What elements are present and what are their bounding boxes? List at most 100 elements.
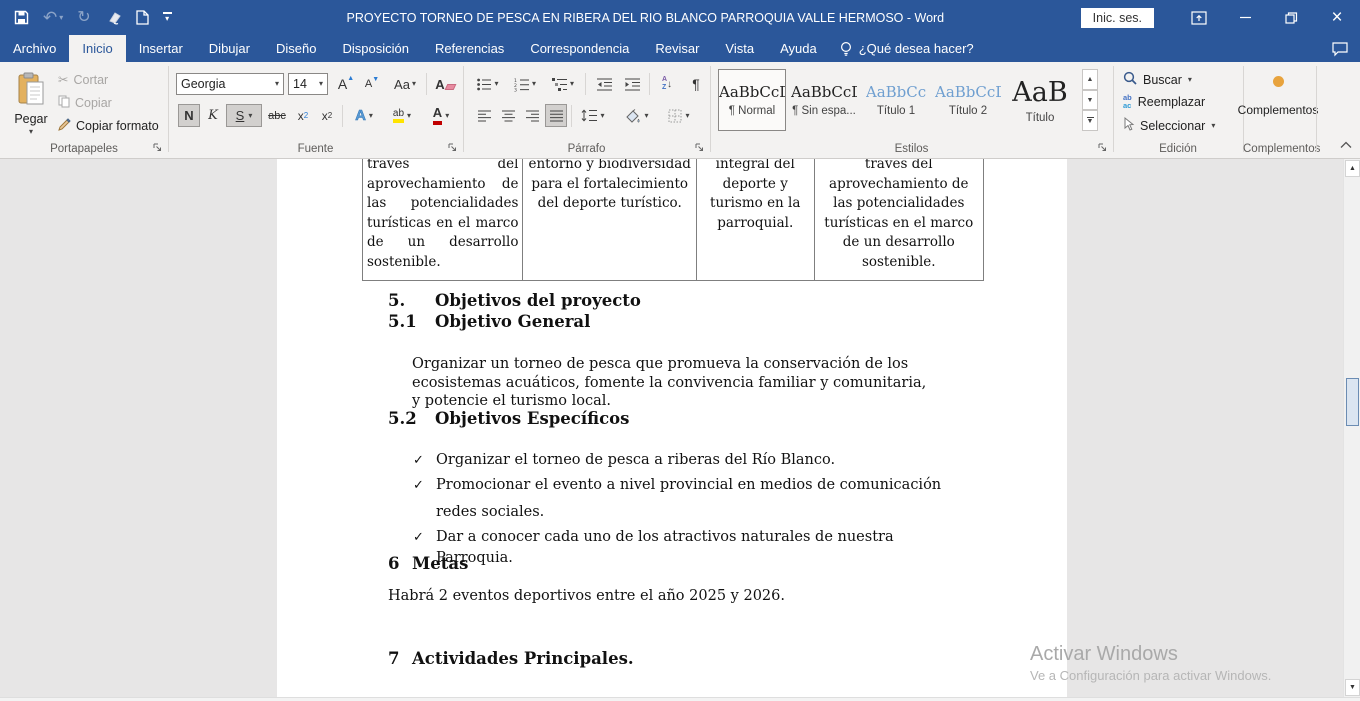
copy-icon [58,95,70,111]
styles-dialog-launcher-icon[interactable] [1096,141,1108,153]
show-marks-button[interactable]: ¶ [685,72,707,96]
highlight-color-button[interactable]: ab▾ [384,104,420,127]
vertical-scrollbar[interactable]: ▲ ▼ [1343,159,1360,697]
minimize-button[interactable] [1222,0,1268,35]
multilevel-list-button[interactable]: ▾ [547,72,579,96]
underline-button[interactable]: S▾ [226,104,262,127]
select-button[interactable]: Seleccionar▾ [1123,117,1215,134]
checklist-item[interactable]: ✓ Promocionar el evento a nivel provinci… [413,472,943,526]
scrollbar-thumb[interactable] [1346,378,1359,426]
font-family-combo[interactable]: Georgia▾ [176,73,284,95]
table-cell[interactable]: integral del deporte y turismo en la par… [697,159,815,280]
subscript-button[interactable]: x2 [292,104,314,127]
table-cell[interactable]: través del aprovechamiento de las potenc… [815,159,983,280]
heading7-text[interactable]: Actividades Principales. [412,649,634,668]
bullets-button[interactable]: ▾ [473,72,503,96]
format-painter-button[interactable]: Copiar formato [58,118,159,134]
italic-button[interactable]: K [202,104,224,127]
text-effects-button[interactable]: A▾ [348,104,380,127]
tab-diseno[interactable]: Diseño [263,35,329,62]
table-cell[interactable]: través del aprovechamiento de las potenc… [363,159,523,280]
ink-eraser-icon[interactable] [105,11,122,25]
document-page[interactable]: través del aprovechamiento de las potenc… [277,159,1067,697]
tab-ayuda[interactable]: Ayuda [767,35,830,62]
strikethrough-button[interactable]: abc [264,104,290,127]
clear-formatting-button[interactable]: A [432,72,458,96]
heading51-text[interactable]: Objetivo General [435,312,590,331]
align-right-button[interactable] [521,104,543,127]
tab-dibujar[interactable]: Dibujar [196,35,263,62]
tell-me-box[interactable]: ¿Qué desea hacer? [830,35,984,62]
tab-insertar[interactable]: Insertar [126,35,196,62]
tab-vista[interactable]: Vista [712,35,767,62]
increase-indent-button[interactable] [619,72,645,96]
sign-in-button[interactable]: Inic. ses. [1081,8,1154,28]
tab-archivo[interactable]: Archivo [0,35,69,62]
heading51-number[interactable]: 5.1 [388,312,417,331]
save-icon[interactable] [14,10,29,25]
tab-inicio[interactable]: Inicio [69,35,125,62]
table-cell[interactable]: entorno y biodiversidad para el fortalec… [523,159,696,280]
collapse-ribbon-icon[interactable] [1340,136,1352,154]
restore-button[interactable] [1268,0,1314,35]
styles-scroll-up-icon[interactable]: ▲ [1082,69,1098,90]
shrink-font-button[interactable]: A▼ [360,72,384,96]
find-button[interactable]: Buscar▾ [1123,71,1192,88]
heading6-number[interactable]: 6 [388,554,399,573]
activate-windows-watermark: Activar Windows [1030,643,1178,666]
font-color-button[interactable]: A▾ [424,104,458,127]
scroll-down-icon[interactable]: ▼ [1345,679,1360,696]
justify-button[interactable] [545,104,567,127]
heading52-text[interactable]: Objetivos Específicos [435,409,629,428]
style-title[interactable]: AaB Título [1006,69,1074,131]
ribbon-display-options-icon[interactable] [1176,0,1222,35]
paragraph-objetivo-general[interactable]: Organizar un torneo de pesca que promuev… [412,355,936,411]
decrease-indent-button[interactable] [591,72,617,96]
svg-text:3: 3 [514,87,517,93]
style-normal[interactable]: AaBbCcD ¶ Normal [718,69,786,131]
scroll-up-icon[interactable]: ▲ [1345,160,1360,177]
grow-font-button[interactable]: A▲ [334,72,358,96]
checklist-item[interactable]: ✓ Organizar el torneo de pesca a riberas… [413,450,943,471]
bold-button[interactable]: N [178,104,200,127]
close-button[interactable]: × [1314,0,1360,35]
font-dialog-launcher-icon[interactable] [446,141,458,153]
heading5-text[interactable]: Objetivos del proyecto [435,291,641,310]
paste-button[interactable]: Pegar ▾ [8,68,54,148]
styles-scroll-down-icon[interactable]: ▼ [1082,90,1098,111]
superscript-button[interactable]: x2 [316,104,338,127]
addins-button[interactable]: Complementos [1243,70,1313,117]
select-cursor-icon [1123,117,1134,134]
heading52-number[interactable]: 5.2 [388,409,417,428]
numbering-button[interactable]: 123▾ [509,72,541,96]
paragraph-metas[interactable]: Habrá 2 eventos deportivos entre el año … [388,587,928,606]
customize-qat-icon[interactable]: ▾ [163,12,172,23]
checklist-item[interactable]: ✓ Dar a conocer cada uno de los atractiv… [413,527,953,569]
style-no-spacing[interactable]: AaBbCcD ¶ Sin espa... [790,69,858,131]
style-heading1[interactable]: AaBbCc Título 1 [862,69,930,131]
style-heading2[interactable]: AaBbCcD Título 2 [934,69,1002,131]
tab-disposicion[interactable]: Disposición [329,35,421,62]
align-left-button[interactable] [473,104,495,127]
sort-button[interactable]: AZ ↓ [653,72,681,96]
align-center-button[interactable] [497,104,519,127]
borders-button[interactable]: ▾ [660,104,698,127]
heading6-text[interactable]: Metas [412,554,468,573]
tab-revisar[interactable]: Revisar [642,35,712,62]
tab-referencias[interactable]: Referencias [422,35,517,62]
heading7-number[interactable]: 7 [388,649,399,668]
font-size-combo[interactable]: 14▾ [288,73,328,95]
replace-button[interactable]: abac Reemplazar [1123,94,1205,109]
document-table[interactable]: través del aprovechamiento de las potenc… [362,159,984,281]
clipboard-dialog-launcher-icon[interactable] [151,141,163,153]
paragraph-dialog-launcher-icon[interactable] [693,141,705,153]
change-case-button[interactable]: Aa▾ [390,72,420,96]
comments-icon[interactable] [1320,35,1360,62]
styles-gallery-more-icon[interactable]: ▼ [1082,110,1098,131]
line-spacing-button[interactable]: ▾ [576,104,610,127]
shading-button[interactable]: ▾ [618,104,656,127]
tab-correspondencia[interactable]: Correspondencia [517,35,642,62]
status-bar-edge [0,697,1360,701]
new-document-icon[interactable] [136,10,149,25]
heading5-number[interactable]: 5. [388,291,405,310]
